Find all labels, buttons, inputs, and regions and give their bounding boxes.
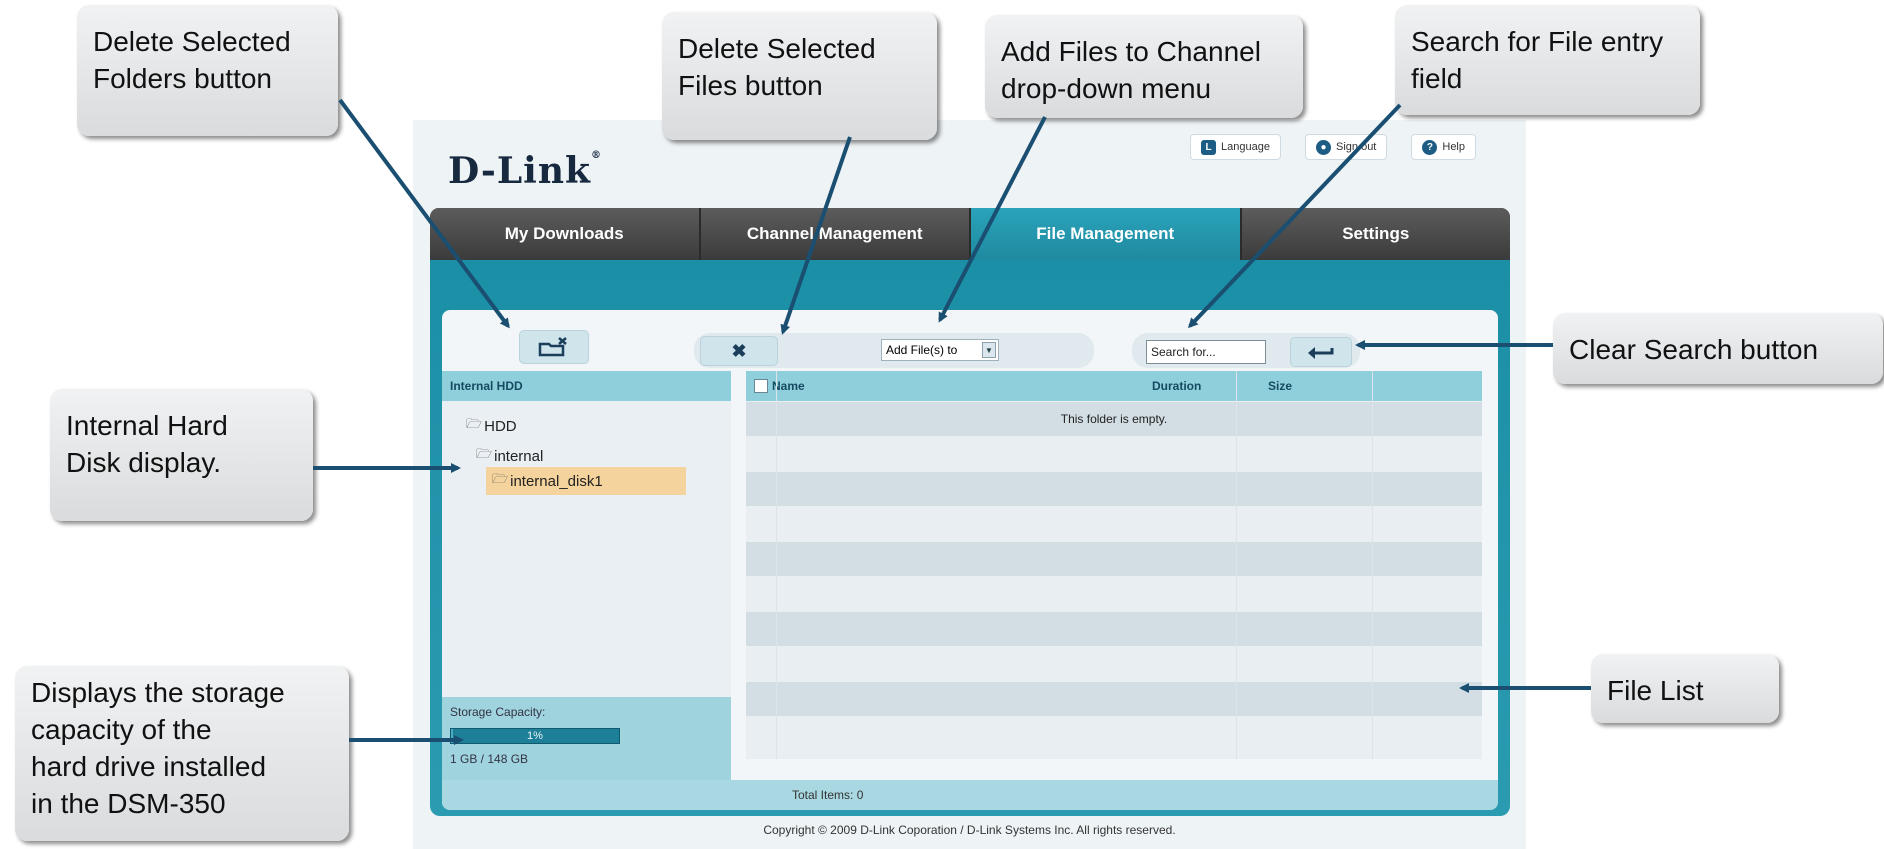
user-icon: ● [1316, 139, 1331, 155]
language-button[interactable]: L Language [1190, 134, 1281, 160]
help-button[interactable]: ? Help [1411, 134, 1476, 160]
storage-progress-bar: 1% [450, 728, 620, 744]
column-duration[interactable]: Duration [1152, 379, 1268, 393]
column-name[interactable]: Name [772, 379, 1152, 393]
file-list: Name Duration Size This folder is empty. [746, 371, 1482, 759]
folder-icon: 🗁 [476, 446, 493, 461]
callout-delete-folders: Delete Selected Folders button [77, 5, 338, 136]
dsm-350-web-ui: D-Link® L Language ● Sign out ? Help My … [413, 120, 1526, 849]
copyright-text: Copyright © 2009 D-Link Coporation / D-L… [763, 823, 1176, 837]
content-area: ✖ Add File(s) to ▼ Internal HDD 🗁HDD [442, 310, 1498, 810]
clear-search-button[interactable] [1290, 337, 1352, 367]
file-management-panel: ✖ Add File(s) to ▼ Internal HDD 🗁HDD [430, 260, 1510, 816]
help-icon: ? [1422, 139, 1438, 155]
main-tabs: My Downloads Channel Management File Man… [430, 208, 1510, 260]
search-input[interactable] [1146, 340, 1266, 364]
top-links: L Language ● Sign out ? Help [1190, 134, 1476, 160]
chevron-down-icon: ▼ [982, 342, 996, 358]
delete-x-icon: ✖ [731, 340, 747, 361]
total-items-bar: Total Items: 0 [442, 780, 1498, 810]
folder-icon: 🗁 [466, 416, 483, 431]
folder-icon: 🗁 [492, 471, 509, 486]
sign-out-button[interactable]: ● Sign out [1305, 134, 1388, 160]
tree-node-internal[interactable]: 🗁 internal [476, 445, 543, 467]
add-files-to-select[interactable]: Add File(s) to ▼ [881, 339, 999, 361]
callout-add-files: Add Files to Channel drop-down menu [985, 15, 1303, 118]
tab-file-management[interactable]: File Management [971, 208, 1242, 260]
callout-delete-files: Delete Selected Files button [662, 12, 937, 140]
column-divider [1236, 371, 1237, 759]
callout-file-list: File List [1591, 654, 1779, 723]
callout-search: Search for File entry field [1395, 5, 1700, 115]
column-divider [776, 371, 777, 759]
delete-folders-button[interactable] [519, 330, 589, 364]
tree-header: Internal HDD [442, 371, 731, 401]
dlink-logo: D-Link® [448, 150, 602, 192]
column-divider [1372, 371, 1373, 759]
delete-files-button[interactable]: ✖ [700, 336, 778, 366]
storage-percent: 1% [527, 730, 543, 742]
storage-label: Storage Capacity: [450, 705, 546, 719]
language-icon: L [1201, 139, 1217, 155]
tab-my-downloads[interactable]: My Downloads [430, 208, 701, 260]
column-size[interactable]: Size [1268, 379, 1292, 393]
callout-clear-search: Clear Search button [1553, 313, 1883, 384]
select-all-checkbox[interactable] [754, 379, 768, 393]
callout-hdd-display: Internal Hard Disk display. [50, 389, 313, 521]
tab-settings[interactable]: Settings [1241, 208, 1510, 260]
tree-node-hdd[interactable]: 🗁 HDD [466, 415, 517, 437]
delete-folder-icon [538, 337, 567, 357]
storage-capacity: Storage Capacity: 1% 1 GB / 148 GB [442, 697, 731, 780]
callout-storage: Displays the storage capacity of the hard … [15, 666, 349, 841]
return-arrow-icon [1308, 347, 1334, 359]
storage-used: 1 GB / 148 GB [450, 752, 529, 766]
tree-node-internal-disk1[interactable]: 🗁 internal_disk1 [486, 467, 686, 495]
tab-channel-management[interactable]: Channel Management [700, 208, 971, 260]
